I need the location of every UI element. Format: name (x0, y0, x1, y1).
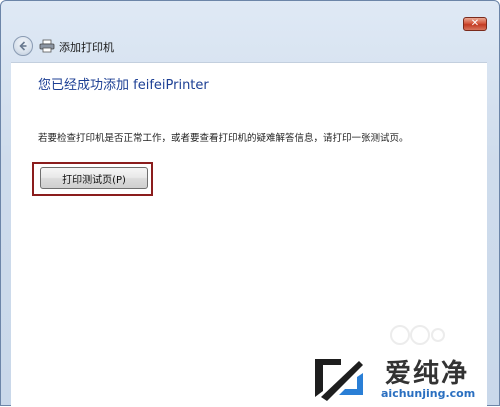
wizard-nav-bar: 添加打印机 (1, 31, 499, 61)
title-bar: ✕ (1, 1, 499, 31)
back-arrow-icon (19, 41, 27, 51)
watermark-text: 爱纯净 (385, 359, 470, 389)
printer-icon (39, 39, 55, 53)
close-button[interactable]: ✕ (463, 17, 487, 31)
print-test-page-button[interactable]: 打印测试页(P) (40, 167, 148, 189)
close-icon: ✕ (470, 18, 480, 29)
site-watermark: 爱纯净 aichunjing.com (301, 351, 500, 407)
success-heading: 您已经成功添加 feifeiPrinter (38, 78, 209, 93)
watermark-url: aichunjing.com (381, 387, 476, 400)
wizard-title: 添加打印机 (59, 41, 114, 54)
back-button[interactable] (13, 36, 33, 56)
faint-watermark-icon (390, 325, 445, 345)
watermark-logo-icon (315, 359, 363, 401)
instruction-text: 若要检查打印机是否正常工作，或者要查看打印机的疑难解答信息，请打印一张测试页。 (38, 133, 409, 144)
add-printer-window: ✕ 添加打印机 您已经成功添加 feifeiPrinter 若要检查打印机是否正… (0, 0, 500, 407)
